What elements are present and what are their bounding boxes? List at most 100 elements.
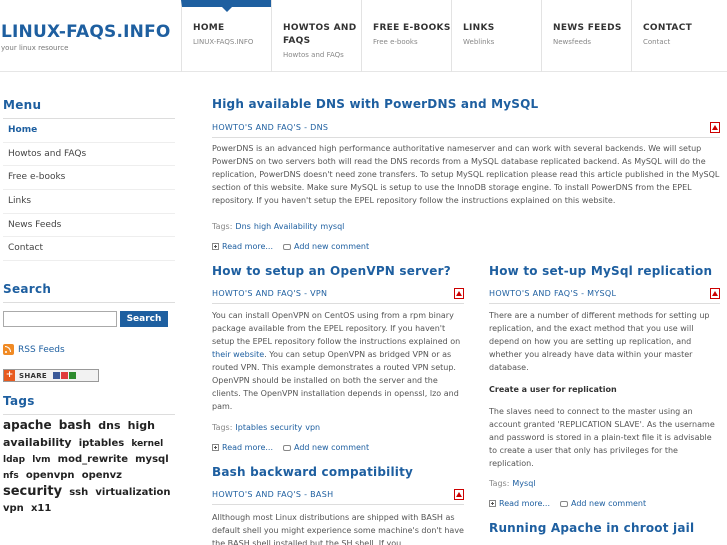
nav-home[interactable]: HOME LINUX-FAQS.INFO bbox=[181, 0, 271, 72]
sidebar-item-home[interactable]: Home bbox=[3, 119, 175, 143]
nav-label: CONTACT bbox=[643, 23, 693, 33]
pdf-icon[interactable] bbox=[454, 288, 464, 299]
tag-link[interactable]: ldap bbox=[3, 455, 25, 465]
active-arrow-icon bbox=[222, 7, 232, 12]
nav-sublabel: Contact bbox=[643, 38, 671, 46]
post-category-openvpn: HOWTO'S AND FAQ'S - VPN bbox=[212, 288, 464, 304]
read-more-link[interactable]: Read more... bbox=[222, 242, 273, 251]
read-more-link[interactable]: Read more... bbox=[222, 443, 273, 452]
read-more-link[interactable]: Read more... bbox=[499, 499, 550, 508]
tag-link[interactable]: vpn bbox=[3, 503, 24, 514]
post-body-openvpn: You can install OpenVPN on CentOS using … bbox=[212, 309, 468, 413]
post-body-mysql: There are a number of different methods … bbox=[489, 309, 715, 470]
read-more-icon bbox=[489, 500, 496, 507]
tag-link[interactable]: iptables bbox=[79, 438, 124, 449]
tag-link[interactable]: mysql bbox=[320, 222, 344, 231]
site-logo[interactable]: LINUX-FAQS.INFO bbox=[1, 22, 171, 42]
facebook-icon bbox=[53, 372, 60, 380]
tag-link[interactable]: security bbox=[270, 423, 302, 432]
nav-sublabel: Newsfeeds bbox=[553, 38, 592, 46]
pdf-icon[interactable] bbox=[710, 288, 720, 299]
nav-label: HOME bbox=[193, 23, 225, 33]
tag-link[interactable]: x11 bbox=[31, 503, 51, 514]
tag-link[interactable]: Dns bbox=[235, 222, 250, 231]
nav-label: HOWTOS AND FAQS bbox=[283, 23, 357, 46]
tag-link[interactable]: high Availability bbox=[254, 222, 318, 231]
post-title-bash[interactable]: Bash backward compatibility bbox=[212, 465, 413, 479]
tags-label: Tags: bbox=[212, 222, 233, 231]
tag-link[interactable]: dns bbox=[98, 419, 120, 432]
tag-link[interactable]: lvm bbox=[32, 455, 50, 465]
sidebar-item-contact[interactable]: Contact bbox=[3, 237, 175, 262]
post-body-dns: PowerDNS is an advanced high performance… bbox=[212, 144, 720, 205]
sidebar-item-howtos[interactable]: Howtos and FAQs bbox=[3, 143, 175, 167]
category-link[interactable]: HOWTO'S AND FAQ'S - DNS bbox=[212, 123, 328, 132]
tags-label: Tags: bbox=[489, 479, 510, 488]
rss-icon[interactable] bbox=[3, 344, 14, 356]
tag-link[interactable]: bash bbox=[59, 418, 91, 432]
post-actions-openvpn: Read more... Add new comment bbox=[212, 443, 369, 452]
post-title-openvpn[interactable]: How to setup an OpenVPN server? bbox=[212, 264, 451, 278]
their-website-link[interactable]: their website bbox=[212, 350, 264, 359]
tag-link[interactable]: security bbox=[3, 484, 62, 499]
tag-link[interactable]: virtualization bbox=[95, 487, 170, 498]
sidebar-item-ebooks[interactable]: Free e-books bbox=[3, 166, 175, 191]
share-label: SHARE bbox=[19, 371, 47, 380]
post-actions-mysql: Read more... Add new comment bbox=[489, 499, 646, 508]
tag-link[interactable]: vpn bbox=[305, 423, 320, 432]
nav-label: FREE E-BOOKS bbox=[373, 23, 451, 33]
tag-link[interactable]: ssh bbox=[69, 487, 88, 498]
category-link[interactable]: HOWTO'S AND FAQ'S - BASH bbox=[212, 490, 333, 499]
tag-link[interactable]: mysql bbox=[135, 454, 168, 465]
nav-howtos[interactable]: HOWTOS AND FAQS Howtos and FAQs bbox=[271, 0, 361, 72]
share-plus-icon: + bbox=[4, 370, 15, 382]
pdf-icon[interactable] bbox=[454, 489, 464, 500]
menu-heading: Menu bbox=[3, 98, 175, 119]
nav-newsfeeds[interactable]: NEWS FEEDS Newsfeeds bbox=[541, 0, 631, 72]
add-comment-link[interactable]: Add new comment bbox=[294, 443, 369, 452]
rss-feeds-link[interactable]: RSS Feeds bbox=[18, 345, 65, 355]
post-subheading: Create a user for replication bbox=[489, 385, 617, 394]
tag-link[interactable]: Mysql bbox=[512, 479, 535, 488]
comment-icon bbox=[283, 445, 291, 451]
add-comment-link[interactable]: Add new comment bbox=[294, 242, 369, 251]
sidebar-item-links[interactable]: Links bbox=[3, 190, 175, 214]
body-paragraph: There are a number of different methods … bbox=[489, 311, 710, 372]
tag-link[interactable]: openvz bbox=[82, 470, 122, 481]
pdf-icon[interactable] bbox=[710, 122, 720, 133]
category-link[interactable]: HOWTO'S AND FAQ'S - VPN bbox=[212, 289, 327, 298]
delicious-icon bbox=[61, 372, 68, 380]
read-more-icon bbox=[212, 243, 219, 250]
tag-link[interactable]: apache bbox=[3, 418, 52, 432]
post-tags-mysql: Tags: Mysql bbox=[489, 479, 536, 488]
search-heading: Search bbox=[3, 282, 175, 304]
category-link[interactable]: HOWTO'S AND FAQ'S - MYSQL bbox=[489, 289, 616, 298]
share-button[interactable]: + SHARE bbox=[3, 369, 99, 383]
search-form: Search bbox=[3, 311, 175, 328]
nav-ebooks[interactable]: FREE E-BOOKS Free e-books bbox=[361, 0, 451, 72]
post-title-apache[interactable]: Running Apache in chroot jail bbox=[489, 521, 694, 535]
nav-sublabel: LINUX-FAQS.INFO bbox=[193, 38, 254, 46]
tag-link[interactable]: high bbox=[128, 419, 155, 432]
post-title-mysql[interactable]: How to set-up MySql replication bbox=[489, 264, 712, 278]
nav-sublabel: Weblinks bbox=[463, 38, 495, 46]
nav-sublabel: Howtos and FAQs bbox=[283, 51, 344, 59]
search-input[interactable] bbox=[3, 311, 117, 328]
post-title-dns[interactable]: High available DNS with PowerDNS and MyS… bbox=[212, 97, 538, 111]
search-button[interactable]: Search bbox=[120, 311, 168, 328]
nav-contact[interactable]: CONTACT Contact bbox=[631, 0, 721, 72]
nav-links[interactable]: LINKS Weblinks bbox=[451, 0, 541, 72]
tag-link[interactable]: mod_rewrite bbox=[58, 454, 128, 465]
post-actions-dns: Read more... Add new comment bbox=[212, 242, 369, 251]
sidebar-item-newsfeeds[interactable]: News Feeds bbox=[3, 214, 175, 238]
nav-label: NEWS FEEDS bbox=[553, 23, 622, 33]
tag-link[interactable]: kernel bbox=[131, 439, 163, 449]
tag-link[interactable]: nfs bbox=[3, 471, 19, 481]
digg-icon bbox=[69, 372, 76, 380]
tag-link[interactable]: availability bbox=[3, 436, 72, 449]
post-body-bash: Allthough most Linux distributions are s… bbox=[212, 513, 464, 545]
tag-link[interactable]: openvpn bbox=[26, 470, 75, 481]
rss-feeds: RSS Feeds bbox=[3, 344, 175, 356]
add-comment-link[interactable]: Add new comment bbox=[571, 499, 646, 508]
tag-link[interactable]: Iptables bbox=[235, 423, 267, 432]
